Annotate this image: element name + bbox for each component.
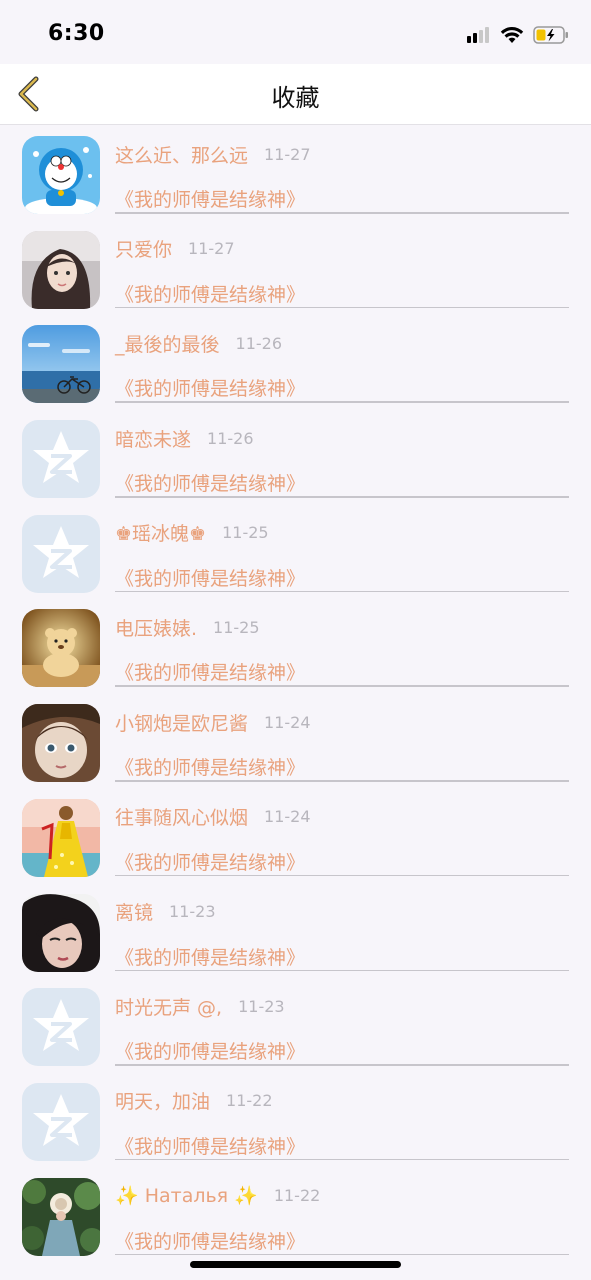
list-item[interactable]: 只爱你 11-27 《我的师傅是结缘神》 — [0, 221, 591, 316]
avatar[interactable] — [22, 609, 100, 688]
name-line: 这么近、那么远 11-27 — [115, 140, 311, 168]
divider — [115, 306, 569, 309]
list-item[interactable]: 往事随风心似烟 11-24 《我的师傅是结缘神》 — [0, 789, 591, 884]
avatar[interactable] — [22, 230, 100, 309]
avatar[interactable] — [22, 1177, 100, 1256]
favorites-list: 这么近、那么远 11-27 《我的师傅是结缘神》 只爱你 11-27 《我的师傅是结缘神》… — [0, 126, 591, 1262]
user-name[interactable]: 电压婊婊. — [115, 614, 197, 641]
divider — [115, 1064, 569, 1066]
favorite-date: 11-24 — [264, 807, 311, 827]
user-name[interactable]: 明天，加油 — [115, 1087, 210, 1114]
list-item[interactable]: 暗恋未遂 11-26 《我的师傅是结缘神》 — [0, 410, 591, 505]
name-line: 明天，加油 11-22 — [115, 1087, 273, 1115]
book-title[interactable]: 《我的师傅是结缘神》 — [115, 564, 305, 591]
book-title[interactable]: 《我的师傅是结缘神》 — [115, 658, 305, 685]
name-line: ♚瑶冰魄♚ 11-25 — [115, 519, 269, 547]
divider — [115, 496, 569, 498]
divider — [115, 590, 569, 593]
list-item[interactable]: ✨ Наталья ✨ 11-22 《我的师傅是结缘神》 — [0, 1168, 591, 1263]
favorite-date: 11-23 — [169, 902, 216, 921]
avatar[interactable] — [22, 704, 100, 783]
favorite-date: 11-26 — [207, 428, 254, 448]
avatar[interactable] — [22, 514, 100, 593]
name-line: 离镜 11-23 — [115, 898, 216, 926]
favorite-date: 11-27 — [188, 239, 235, 259]
avatar[interactable] — [22, 420, 100, 499]
list-item[interactable]: 时光无声 @, 11-23 《我的师傅是结缘神》 — [0, 978, 591, 1073]
user-name[interactable]: 只爱你 — [115, 235, 172, 262]
name-line: 时光无声 @, 11-23 — [115, 992, 285, 1020]
list-item[interactable]: 这么近、那么远 11-27 《我的师傅是结缘神》 — [0, 126, 591, 221]
divider — [115, 685, 569, 687]
name-line: 只爱你 11-27 — [115, 235, 235, 263]
list-item[interactable]: 明天，加油 11-22 《我的师傅是结缘神》 — [0, 1073, 591, 1168]
user-name[interactable]: ✨ Наталья ✨ — [115, 1184, 258, 1207]
user-name[interactable]: 这么近、那么远 — [115, 141, 248, 168]
battery-charging-icon — [533, 26, 568, 44]
favorite-date: 11-25 — [222, 523, 269, 543]
book-title[interactable]: 《我的师傅是结缘神》 — [115, 374, 305, 401]
name-line: 电压婊婊. 11-25 — [115, 613, 260, 641]
status-icons — [467, 22, 569, 48]
name-line: 小钢炮是欧尼酱 11-24 — [115, 708, 311, 736]
favorite-date: 11-27 — [264, 144, 311, 164]
avatar[interactable] — [22, 136, 100, 214]
avatar[interactable] — [22, 798, 100, 877]
book-title[interactable]: 《我的师傅是结缘神》 — [115, 848, 305, 875]
avatar[interactable] — [22, 1082, 100, 1161]
name-line: 往事随风心似烟 11-24 — [115, 803, 311, 831]
divider — [115, 1158, 569, 1161]
user-name[interactable]: ♚瑶冰魄♚ — [115, 519, 206, 546]
favorite-date: 11-25 — [213, 617, 260, 637]
user-name[interactable]: 暗恋未遂 — [115, 425, 191, 452]
book-title[interactable]: 《我的师傅是结缘神》 — [115, 753, 305, 780]
divider — [115, 1253, 569, 1256]
cellular-signal-icon — [467, 27, 489, 43]
user-name[interactable]: 离镜 — [115, 898, 153, 925]
divider — [115, 969, 569, 971]
status-time: 6:30 — [48, 21, 105, 46]
user-name[interactable]: 往事随风心似烟 — [115, 803, 248, 830]
book-title[interactable]: 《我的师傅是结缘神》 — [115, 1227, 305, 1254]
favorite-date: 11-26 — [235, 333, 283, 353]
list-item[interactable]: _最後的最後 11-26 《我的师傅是结缘神》 — [0, 315, 591, 410]
book-title[interactable]: 《我的师傅是结缘神》 — [115, 280, 305, 307]
book-title[interactable]: 《我的师傅是结缘神》 — [115, 469, 305, 496]
divider — [115, 401, 569, 403]
page-title: 收藏 — [271, 84, 320, 112]
navigation-bar: 收藏 — [0, 64, 591, 125]
home-indicator — [190, 1261, 401, 1268]
favorite-date: 11-22 — [226, 1091, 273, 1111]
avatar[interactable] — [22, 893, 100, 972]
user-name[interactable]: 时光无声 @, — [115, 993, 222, 1020]
wifi-icon — [500, 27, 524, 43]
avatar[interactable] — [22, 988, 100, 1067]
book-title[interactable]: 《我的师傅是结缘神》 — [115, 185, 305, 212]
user-name[interactable]: 小钢炮是欧尼酱 — [115, 709, 248, 736]
name-line: ✨ Наталья ✨ 11-22 — [115, 1182, 320, 1210]
favorite-date: 11-24 — [264, 712, 311, 732]
name-line: _最後的最後 11-26 — [115, 329, 282, 357]
favorite-date: 11-22 — [273, 1186, 321, 1206]
divider — [115, 874, 569, 877]
book-title[interactable]: 《我的师傅是结缘神》 — [115, 1132, 305, 1159]
name-line: 暗恋未遂 11-26 — [115, 424, 254, 452]
divider — [115, 780, 569, 782]
list-item[interactable]: 电压婊婊. 11-25 《我的师傅是结缘神》 — [0, 599, 591, 694]
avatar[interactable] — [22, 325, 100, 404]
book-title[interactable]: 《我的师傅是结缘神》 — [115, 943, 305, 970]
favorite-date: 11-23 — [238, 996, 285, 1016]
list-item[interactable]: ♚瑶冰魄♚ 11-25 《我的师傅是结缘神》 — [0, 505, 591, 600]
user-name[interactable]: _最後的最後 — [115, 330, 220, 357]
divider — [115, 212, 569, 214]
list-item[interactable]: 小钢炮是欧尼酱 11-24 《我的师傅是结缘神》 — [0, 694, 591, 789]
list-item[interactable]: 离镜 11-23 《我的师傅是结缘神》 — [0, 884, 591, 979]
book-title[interactable]: 《我的师傅是结缘神》 — [115, 1037, 305, 1064]
status-bar: 6:30 — [0, 0, 591, 64]
